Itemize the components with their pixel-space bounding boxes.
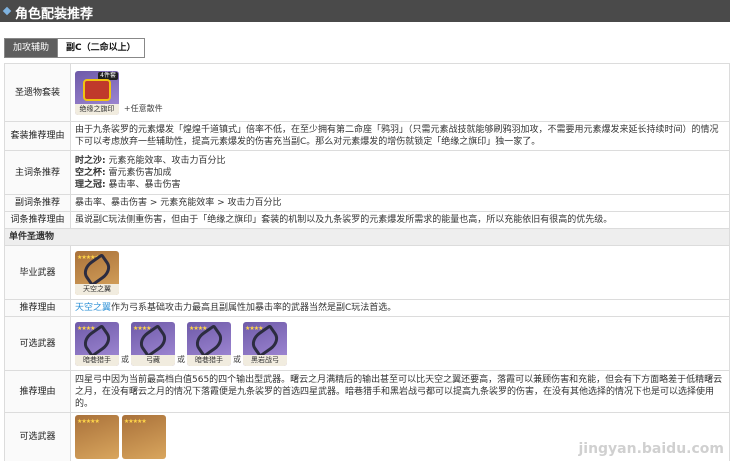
diamond-icon — [2, 6, 12, 16]
build-table: 圣遗物套装 4件套 绝缘之旗印 +任意散件 套装推荐理由 由于九条裟罗的元素爆发… — [4, 63, 730, 461]
best-weapon-item[interactable]: ★★★★★ 天空之翼 — [75, 250, 119, 295]
alt-weapon-item-3[interactable]: ★★★★ 暗巷猎手 — [187, 321, 231, 366]
alt-weapon-name-3: 暗巷猎手 — [187, 354, 231, 366]
goblet-label: 空之杯: — [75, 167, 106, 178]
circlet-label: 理之冠: — [75, 179, 106, 190]
best-weapon-link[interactable]: 天空之翼 — [75, 303, 111, 313]
best-weapon-name: 天空之翼 — [75, 283, 119, 295]
alt-weapon-name-2: 弓藏 — [131, 354, 175, 366]
alt-weapon-name-4: 黑岩战弓 — [243, 354, 287, 366]
sub-stat-label: 副词条推荐 — [4, 194, 71, 212]
best-reason-label: 推荐理由 — [4, 299, 71, 317]
or-text: 或 — [177, 354, 185, 364]
sands-value: 元素充能效率、攻击力百分比 — [108, 155, 226, 166]
goblet-value: 雷元素伤害加成 — [108, 167, 172, 178]
artifact-plus-text: +任意散件 — [123, 103, 163, 113]
circlet-value: 暴击率、暴击伤害 — [108, 179, 181, 190]
alt-weapon-name-1: 暗巷猎手 — [75, 354, 119, 366]
best-reason-text: 作为弓系基础攻击力最高且副属性加暴击率的武器当然是副C玩法首选。 — [111, 303, 397, 313]
sub-reason-text: 虽说副C玩法侧重伤害，但由于「绝缘之旗印」套装的机制以及九条裟罗的元素爆发所需求… — [70, 211, 730, 229]
sub-stat-text: 暴击率、暴击伤害 > 元素充能效率 > 攻击力百分比 — [70, 194, 730, 212]
section-header: 角色配装推荐 — [0, 0, 730, 22]
artifact-item-name: 绝缘之旗印 — [75, 103, 119, 115]
alt-weapon-item-2[interactable]: ★★★★ 弓藏 — [131, 321, 175, 366]
set-reason-text: 由于九条裟罗的元素爆发「煌煌千道镇式」倍率不低，在至少拥有第二命座「鸦羽」（只需… — [70, 121, 730, 151]
artifact-item[interactable]: 4件套 绝缘之旗印 — [75, 70, 119, 115]
star-rating-icon: ★★★★★ — [123, 418, 147, 425]
tab-sub-dps[interactable]: 副C（二命以上） — [57, 39, 144, 57]
weapon-section-header: 单件圣遗物 — [4, 228, 730, 246]
alt-weapon-label: 可选武器 — [4, 316, 71, 371]
or-text: 或 — [233, 354, 241, 364]
best-reason-cell: 天空之翼作为弓系基础攻击力最高且副属性加暴击率的武器当然是副C玩法首选。 — [70, 299, 730, 317]
flag-icon — [83, 78, 111, 101]
alt-weapon-cell: ★★★★ 暗巷猎手 或 ★★★★ 弓藏 或 ★★★★ 暗巷猎手 或 ★★★★ 黑… — [70, 316, 730, 371]
main-stat-label: 主词条推荐 — [4, 150, 71, 195]
section-title: 角色配装推荐 — [15, 7, 94, 22]
watermark: jingyan.baidu.com — [578, 441, 724, 457]
alt-weapon-item-1[interactable]: ★★★★ 暗巷猎手 — [75, 321, 119, 366]
or-text: 或 — [121, 354, 129, 364]
alt2-weapon-item-1[interactable]: ★★★★★ — [75, 415, 119, 459]
sub-reason-label: 词条推荐理由 — [4, 211, 71, 229]
tab-support[interactable]: 加攻辅助 — [5, 39, 58, 57]
star-rating-icon: ★★★★★ — [77, 418, 100, 425]
sands-label: 时之沙: — [75, 155, 106, 166]
artifact-cell: 4件套 绝缘之旗印 +任意散件 — [70, 63, 730, 122]
alt2-weapon-item-2[interactable]: ★★★★★ — [121, 415, 166, 459]
best-weapon-label: 毕业武器 — [4, 245, 71, 300]
alt-reason-label: 推荐理由 — [4, 370, 71, 413]
build-tabs: 加攻辅助 副C（二命以上） — [4, 38, 145, 58]
main-stat-cell: 时之沙: 元素充能效率、攻击力百分比 空之杯: 雷元素伤害加成 理之冠: 暴击率… — [70, 150, 730, 195]
artifact-label: 圣遗物套装 — [4, 63, 71, 122]
alt-weapon-item-4[interactable]: ★★★★ 黑岩战弓 — [243, 321, 287, 366]
alt2-weapon-label: 可选武器 — [4, 412, 71, 461]
best-weapon-cell: ★★★★★ 天空之翼 — [70, 245, 730, 300]
set-reason-label: 套装推荐理由 — [4, 121, 71, 151]
alt-reason-text: 四星弓中因为当前最高档白值565的四个输出型武器。曙云之月满精后的输出甚至可以比… — [70, 370, 730, 413]
